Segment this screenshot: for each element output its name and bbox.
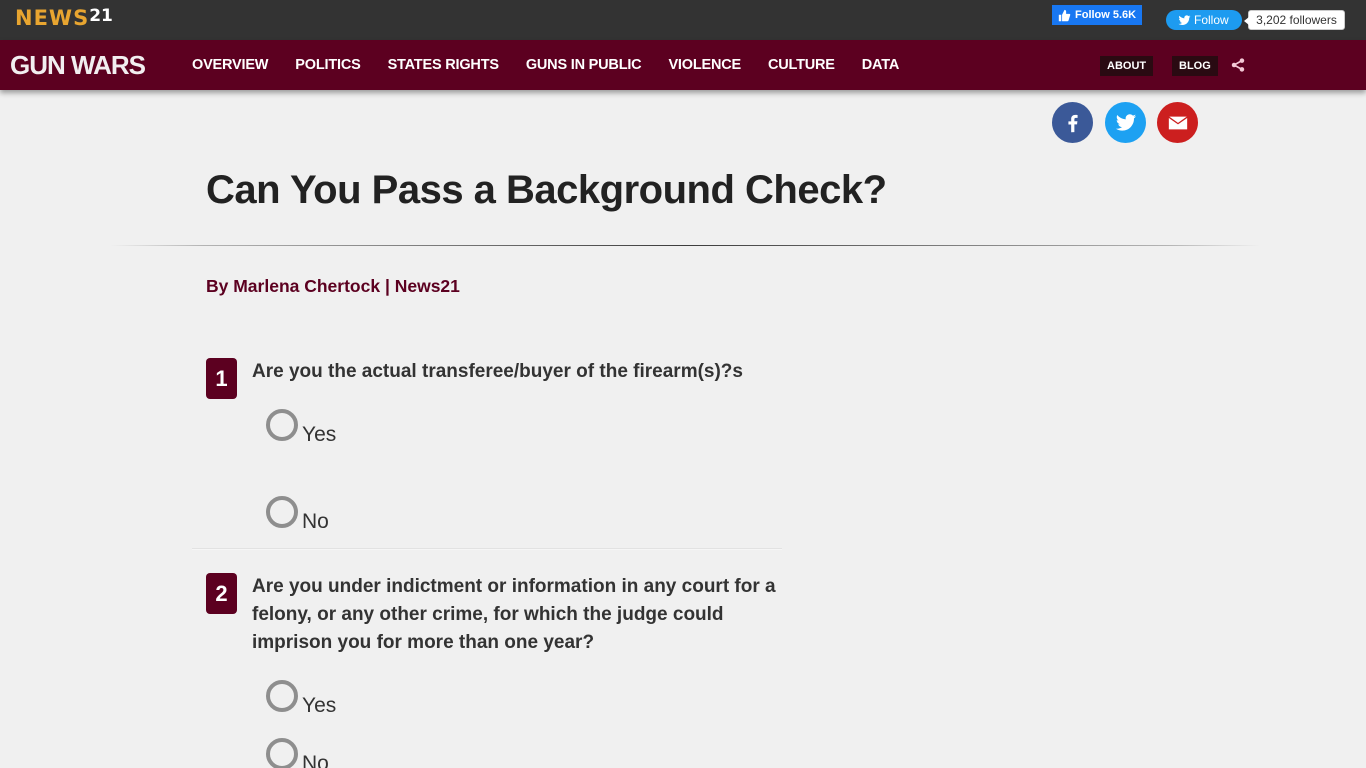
option-no[interactable]: No: [266, 738, 329, 768]
page-title: Can You Pass a Background Check?: [206, 168, 887, 212]
email-icon: [1168, 116, 1187, 129]
blog-button[interactable]: BLOG: [1172, 56, 1218, 76]
logo-sup: 21: [89, 6, 113, 26]
nav-item-states-rights[interactable]: STATES RIGHTS: [388, 57, 499, 73]
radio-button[interactable]: [266, 680, 298, 712]
twitter-followers-count[interactable]: 3,202 followers: [1244, 10, 1345, 30]
share-icon[interactable]: [1231, 58, 1245, 72]
radio-button[interactable]: [266, 496, 298, 528]
twitter-follow-button[interactable]: Follow: [1166, 10, 1242, 30]
thumbs-up-icon: [1058, 9, 1071, 21]
top-bar: NEWS21 Follow 5.6K Follow 3,202 follower…: [0, 0, 1366, 40]
site-title[interactable]: GUN WARS: [10, 50, 146, 81]
question-text: Are you the actual transferee/buyer of t…: [252, 361, 743, 382]
question-number-badge: 2: [206, 573, 237, 614]
option-label: No: [302, 510, 329, 533]
twitter-share-button[interactable]: [1105, 102, 1146, 143]
nav-menu: OVERVIEW POLITICS STATES RIGHTS GUNS IN …: [192, 40, 926, 90]
facebook-share-button[interactable]: [1052, 102, 1093, 143]
facebook-follow-button[interactable]: Follow 5.6K: [1052, 5, 1142, 25]
option-label: Yes: [302, 694, 337, 717]
question-number-badge: 1: [206, 358, 237, 399]
email-share-button[interactable]: [1157, 102, 1198, 143]
logo-main: NEWS: [15, 6, 90, 30]
nav-item-politics[interactable]: POLITICS: [295, 57, 360, 73]
facebook-icon: [1067, 114, 1078, 132]
byline: By Marlena Chertock | News21: [206, 276, 460, 296]
option-label: No: [302, 752, 329, 768]
option-no[interactable]: No: [266, 496, 329, 533]
option-yes[interactable]: Yes: [266, 409, 336, 446]
twitter-follow-label: Follow: [1194, 13, 1229, 27]
about-button[interactable]: ABOUT: [1100, 56, 1154, 76]
question-divider: [192, 548, 782, 549]
facebook-follow-label: Follow 5.6K: [1075, 9, 1137, 21]
title-divider: [110, 245, 1260, 246]
nav-item-culture[interactable]: CULTURE: [768, 57, 835, 73]
option-label: Yes: [302, 423, 337, 446]
radio-button[interactable]: [266, 409, 298, 441]
nav-item-violence[interactable]: VIOLENCE: [668, 57, 741, 73]
nav-item-guns-in-public[interactable]: GUNS IN PUBLIC: [526, 57, 642, 73]
nav-item-data[interactable]: DATA: [862, 57, 900, 73]
question-text: Are you under indictment or information …: [252, 576, 776, 653]
option-yes[interactable]: Yes: [266, 680, 336, 717]
news21-logo[interactable]: NEWS21: [15, 6, 113, 30]
nav-item-overview[interactable]: OVERVIEW: [192, 57, 268, 73]
main-navbar: GUN WARS OVERVIEW POLITICS STATES RIGHTS…: [0, 40, 1366, 90]
twitter-bird-icon: [1178, 14, 1191, 25]
radio-button[interactable]: [266, 738, 298, 768]
twitter-icon: [1115, 113, 1136, 131]
